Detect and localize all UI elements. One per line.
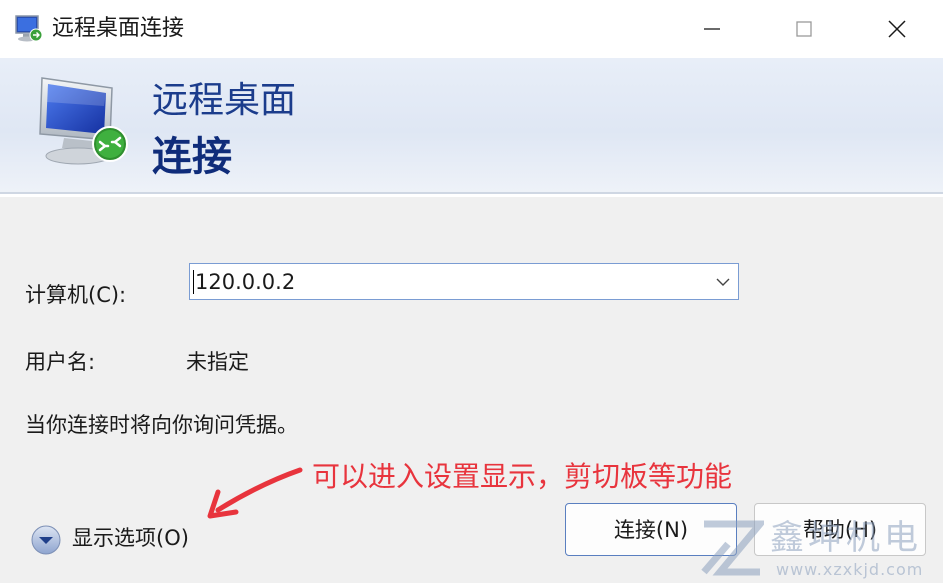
username-label: 用户名: — [25, 350, 96, 374]
text-caret — [193, 270, 194, 294]
help-button[interactable]: 帮助(H) — [754, 503, 926, 556]
banner-divider-highlight — [0, 194, 943, 197]
computer-label: 计算机(C): — [25, 283, 127, 307]
header-banner — [0, 58, 943, 192]
maximize-button[interactable] — [773, 0, 835, 58]
watermark-url: www.xzxkjd.com — [776, 560, 924, 579]
show-options-toggle[interactable]: 显示选项(O) — [30, 520, 230, 556]
maximize-icon — [796, 21, 812, 37]
show-options-label[interactable]: 显示选项(O) — [72, 524, 189, 552]
username-value: 未指定 — [186, 350, 249, 374]
banner-title-line2: 连接 — [152, 134, 232, 180]
annotation-arrow-icon — [207, 467, 303, 519]
minimize-button[interactable] — [681, 0, 743, 58]
connect-button[interactable]: 连接(N) — [565, 503, 737, 556]
computer-combobox[interactable]: 120.0.0.2 — [189, 263, 739, 300]
credentials-info-text: 当你连接时将向你询问凭据。 — [25, 413, 298, 437]
close-icon — [888, 20, 906, 38]
banner-title-line1: 远程桌面 — [152, 80, 297, 121]
close-button[interactable] — [866, 0, 928, 58]
chevron-down-circle-icon[interactable] — [30, 524, 62, 556]
chevron-down-icon[interactable] — [714, 273, 732, 291]
title-bar: 远程桌面连接 — [0, 0, 943, 58]
computer-input-value[interactable]: 120.0.0.2 — [195, 268, 295, 296]
minimize-icon — [704, 28, 720, 30]
window-title: 远程桌面连接 — [52, 16, 185, 41]
annotation-text: 可以进入设置显示，剪切板等功能 — [312, 460, 733, 493]
remote-desktop-icon — [15, 15, 43, 42]
monitor-remote-icon — [39, 77, 128, 165]
